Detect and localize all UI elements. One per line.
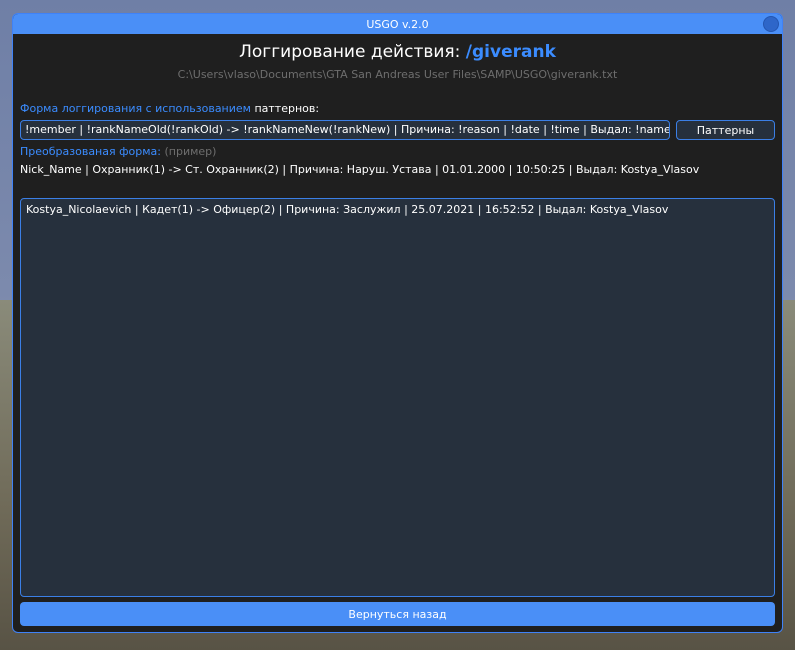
page-title: Логгирование действия: /giverank — [13, 42, 782, 62]
log-file-path: C:\Users\vlaso\Documents\GTA San Andreas… — [177, 68, 618, 81]
window-titlebar[interactable]: USGO v.2.0 — [13, 14, 782, 34]
converted-example: Nick_Name | Охранник(1) -> Ст. Охранник(… — [20, 163, 700, 176]
window-title: USGO v.2.0 — [366, 17, 429, 31]
pattern-form-label-white: паттернов: — [254, 102, 320, 115]
close-button[interactable] — [763, 16, 779, 32]
back-button[interactable]: Вернуться назад — [20, 602, 775, 626]
converted-form-label: Преобразованая форма: (пример) — [20, 145, 216, 158]
converted-form-label-blue: Преобразованая форма: — [20, 145, 161, 158]
log-line: Kostya_Nicolaevich | Кадет(1) -> Офицер(… — [26, 203, 669, 216]
command-name: /giverank — [465, 42, 556, 62]
converted-form-label-gray: (пример) — [164, 145, 217, 158]
log-textarea[interactable]: Kostya_Nicolaevich | Кадет(1) -> Офицер(… — [20, 198, 775, 597]
pattern-form-label: Форма логгирования с использованием патт… — [20, 102, 319, 115]
page-title-prefix: Логгирование действия: — [239, 42, 461, 62]
usgo-window: USGO v.2.0 Логгирование действия: /giver… — [12, 13, 783, 633]
pattern-form-label-blue: Форма логгирования с использованием — [20, 102, 251, 115]
pattern-input[interactable]: !member | !rankNameOld(!rankOld) -> !ran… — [20, 120, 670, 140]
patterns-button[interactable]: Паттерны — [676, 120, 775, 140]
